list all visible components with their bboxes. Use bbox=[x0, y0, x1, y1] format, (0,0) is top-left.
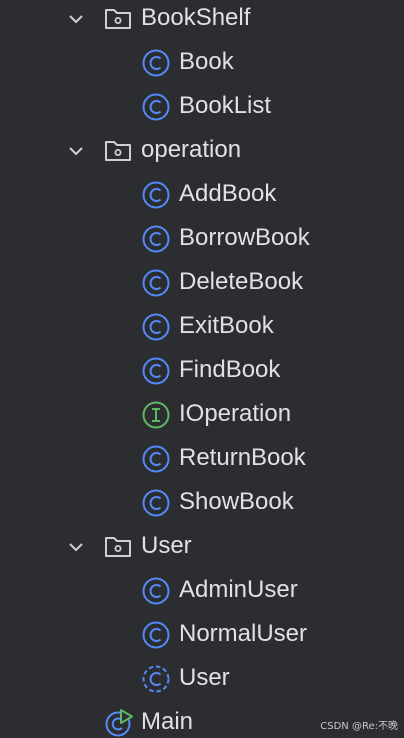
chevron-down-icon[interactable] bbox=[64, 535, 88, 559]
tree-item-addbook[interactable]: AddBook bbox=[0, 173, 404, 217]
tree-item-normaluser[interactable]: NormalUser bbox=[0, 613, 404, 657]
tree-item-label: NormalUser bbox=[179, 620, 308, 647]
folder-label-bookshelf: BookShelf bbox=[141, 4, 251, 31]
package-folder-icon bbox=[105, 537, 131, 557]
runnable-class-icon bbox=[105, 709, 133, 737]
tree-item-showbook[interactable]: ShowBook bbox=[0, 481, 404, 525]
tree-item-label: AdminUser bbox=[179, 576, 298, 603]
class-icon bbox=[142, 269, 170, 297]
package-folder-icon bbox=[105, 9, 131, 29]
class-icon bbox=[142, 621, 170, 649]
tree-item-label: FindBook bbox=[179, 356, 281, 383]
tree-item-label: DeleteBook bbox=[179, 268, 304, 295]
folder-label-user: User bbox=[141, 532, 192, 559]
tree-item-label: ExitBook bbox=[179, 312, 274, 339]
project-tree: BookShelf Book BookList operation AddBoo bbox=[0, 0, 404, 738]
class-icon bbox=[142, 489, 170, 517]
tree-item-book[interactable]: Book bbox=[0, 41, 404, 85]
tree-item-label: Book bbox=[179, 48, 234, 75]
class-icon bbox=[142, 181, 170, 209]
folder-label-operation: operation bbox=[141, 136, 242, 163]
class-icon bbox=[142, 313, 170, 341]
tree-item-label: ShowBook bbox=[179, 488, 294, 515]
class-icon bbox=[142, 225, 170, 253]
tree-item-adminuser[interactable]: AdminUser bbox=[0, 569, 404, 613]
tree-item-findbook[interactable]: FindBook bbox=[0, 349, 404, 393]
tree-item-label: IOperation bbox=[179, 400, 292, 427]
tree-item-exitbook[interactable]: ExitBook bbox=[0, 305, 404, 349]
tree-item-borrowbook[interactable]: BorrowBook bbox=[0, 217, 404, 261]
interface-icon bbox=[142, 401, 170, 429]
tree-item-booklist[interactable]: BookList bbox=[0, 85, 404, 129]
tree-item-ioperation[interactable]: IOperation bbox=[0, 393, 404, 437]
class-icon bbox=[142, 357, 170, 385]
abstract-class-icon bbox=[142, 665, 170, 693]
tree-folder-bookshelf[interactable]: BookShelf bbox=[0, 0, 404, 41]
tree-item-label: AddBook bbox=[179, 180, 277, 207]
tree-item-label: Main bbox=[141, 708, 194, 735]
tree-item-user-class[interactable]: User bbox=[0, 657, 404, 701]
tree-item-deletebook[interactable]: DeleteBook bbox=[0, 261, 404, 305]
chevron-down-icon[interactable] bbox=[64, 139, 88, 163]
tree-folder-operation[interactable]: operation bbox=[0, 129, 404, 173]
package-folder-icon bbox=[105, 141, 131, 161]
class-icon bbox=[142, 577, 170, 605]
tree-item-label: BookList bbox=[179, 92, 272, 119]
tree-item-label: ReturnBook bbox=[179, 444, 306, 471]
class-icon bbox=[142, 93, 170, 121]
tree-folder-user[interactable]: User bbox=[0, 525, 404, 569]
class-icon bbox=[142, 49, 170, 77]
tree-item-returnbook[interactable]: ReturnBook bbox=[0, 437, 404, 481]
chevron-down-icon[interactable] bbox=[64, 7, 88, 31]
class-icon bbox=[142, 445, 170, 473]
tree-item-label: BorrowBook bbox=[179, 224, 310, 251]
tree-item-label: User bbox=[179, 664, 230, 691]
watermark: CSDN @Re:不晚 bbox=[320, 721, 398, 732]
